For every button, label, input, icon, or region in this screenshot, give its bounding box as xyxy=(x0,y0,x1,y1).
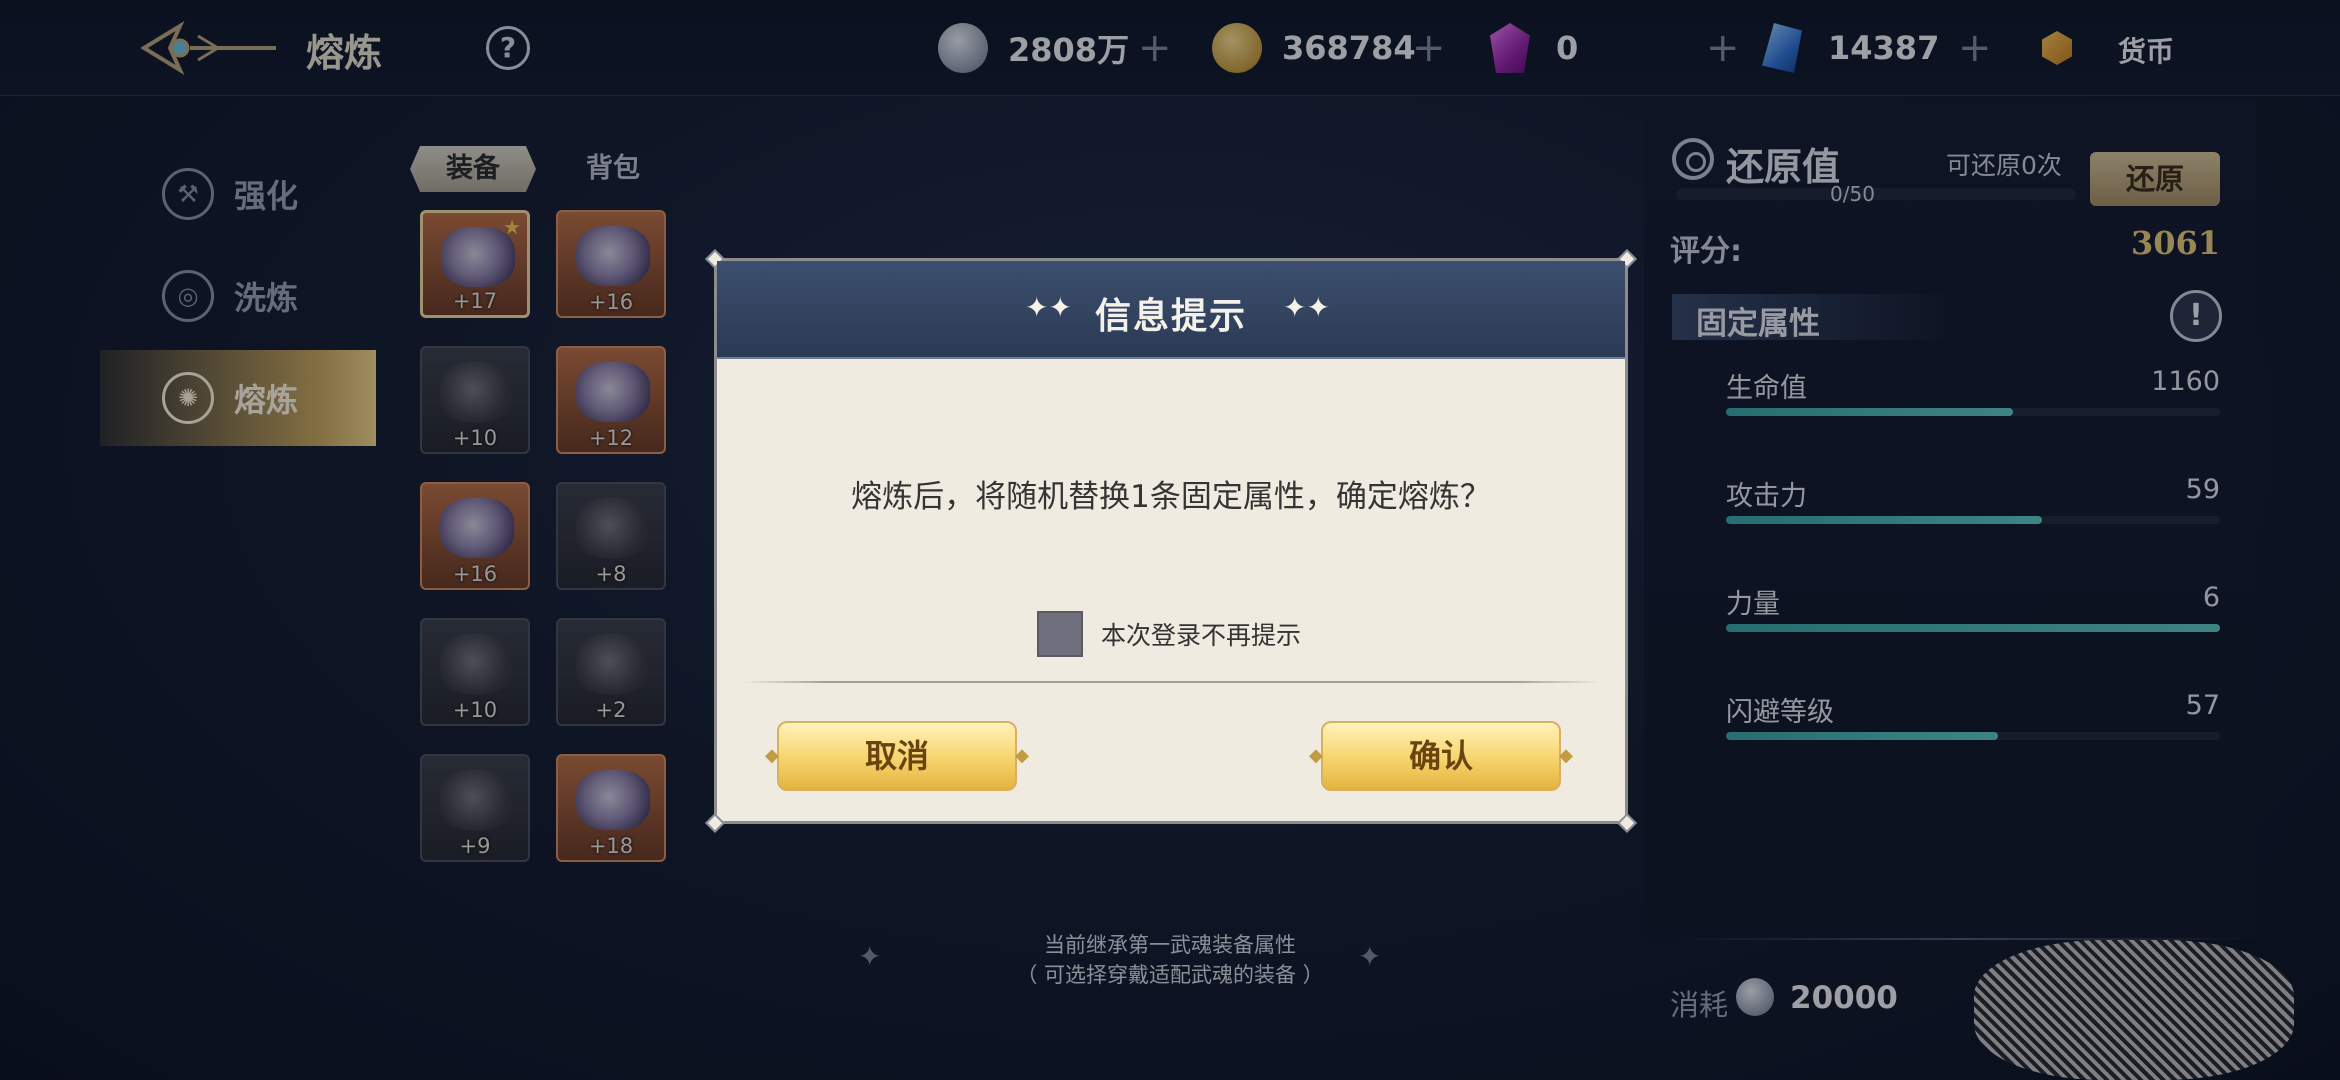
dialog-header: ✦✦ 信息提示 ✦✦ xyxy=(717,261,1625,359)
dont-remind-checkbox[interactable] xyxy=(1037,611,1083,657)
info-dialog: ✦✦ 信息提示 ✦✦ 熔炼后，将随机替换1条固定属性，确定熔炼？ 本次登录不再提… xyxy=(705,249,1637,833)
dialog-message: 熔炼后，将随机替换1条固定属性，确定熔炼？ xyxy=(851,479,1491,515)
dialog-title: 信息提示 xyxy=(1094,296,1247,337)
dialog-divider xyxy=(741,681,1601,683)
cancel-button[interactable]: 取消 xyxy=(765,721,1029,791)
dont-remind-option[interactable]: 本次登录不再提示 xyxy=(1037,611,1301,657)
sparkle-icon: ✦✦ xyxy=(1283,291,1330,324)
confirm-button[interactable]: 确认 xyxy=(1309,721,1573,791)
dont-remind-label[interactable]: 本次登录不再提示 xyxy=(1101,616,1301,652)
